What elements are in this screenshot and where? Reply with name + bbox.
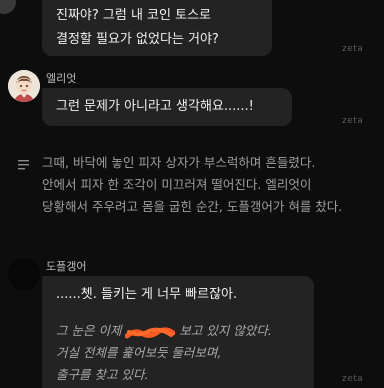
chat-bubble-3-line4: 출구를 찾고 있다. [56,367,149,382]
narration-block: 그때, 바닥에 놓인 피자 상자가 부스럭하며 흔들렸다. 안에서 피자 한 조… [42,152,372,218]
text-lines-icon [18,156,30,175]
speaker-name-doppelganger: 도플갱어 [46,260,87,273]
watermark: zeta [342,44,364,54]
chat-bubble-1-line2: 결정할 필요가 없었다는 거야? [56,32,219,47]
watermark: zeta [342,116,364,126]
speaker-name-elliot: 엘리엇 [46,72,77,85]
italic-text: 보고 있지 않았다. [179,323,272,338]
elliot-portrait-icon [8,70,40,102]
chat-bubble-3-line1: ......쳇. 들키는 게 너무 빠르잖아. [56,287,238,302]
chat-bubble-3-line2: 그 눈은 이제 보고 있지 않았다. [56,320,272,342]
narration-line: 안에서 피자 한 조각이 미끄러져 떨어진다. 엘리엇이 [42,177,312,192]
redacted-scribble [125,326,176,338]
chat-bubble-2: 그런 문제가 아니라고 생각해요......! [42,88,292,126]
chat-bubble-2-text: 그런 문제가 아니라고 생각해요......! [56,99,254,114]
italic-text: 그 눈은 이제 [56,323,122,338]
avatar-doppelganger[interactable] [8,258,40,290]
avatar-top[interactable] [0,0,16,14]
avatar-elliot[interactable] [8,70,40,102]
narration-line: 그때, 바닥에 놓인 피자 상자가 부스럭하며 흔들렸다. [42,155,316,170]
watermark: zeta [342,374,364,384]
chat-bubble-1-line1: 진짜야? 그럼 내 코인 토스로 [56,8,211,23]
chat-bubble-3: ......쳇. 들키는 게 너무 빠르잖아. 그 눈은 이제 보고 있지 않았… [42,276,314,388]
chat-bubble-3-line3: 거실 전체를 훑어보듯 둘러보며, [56,345,222,360]
chat-bubble-1: 진짜야? 그럼 내 코인 토스로 결정할 필요가 없었다는 거야? [42,0,272,56]
narration-line: 당황해서 주우려고 몸을 굽힌 순간, 도플갱어가 혀를 찼다. [42,199,343,214]
